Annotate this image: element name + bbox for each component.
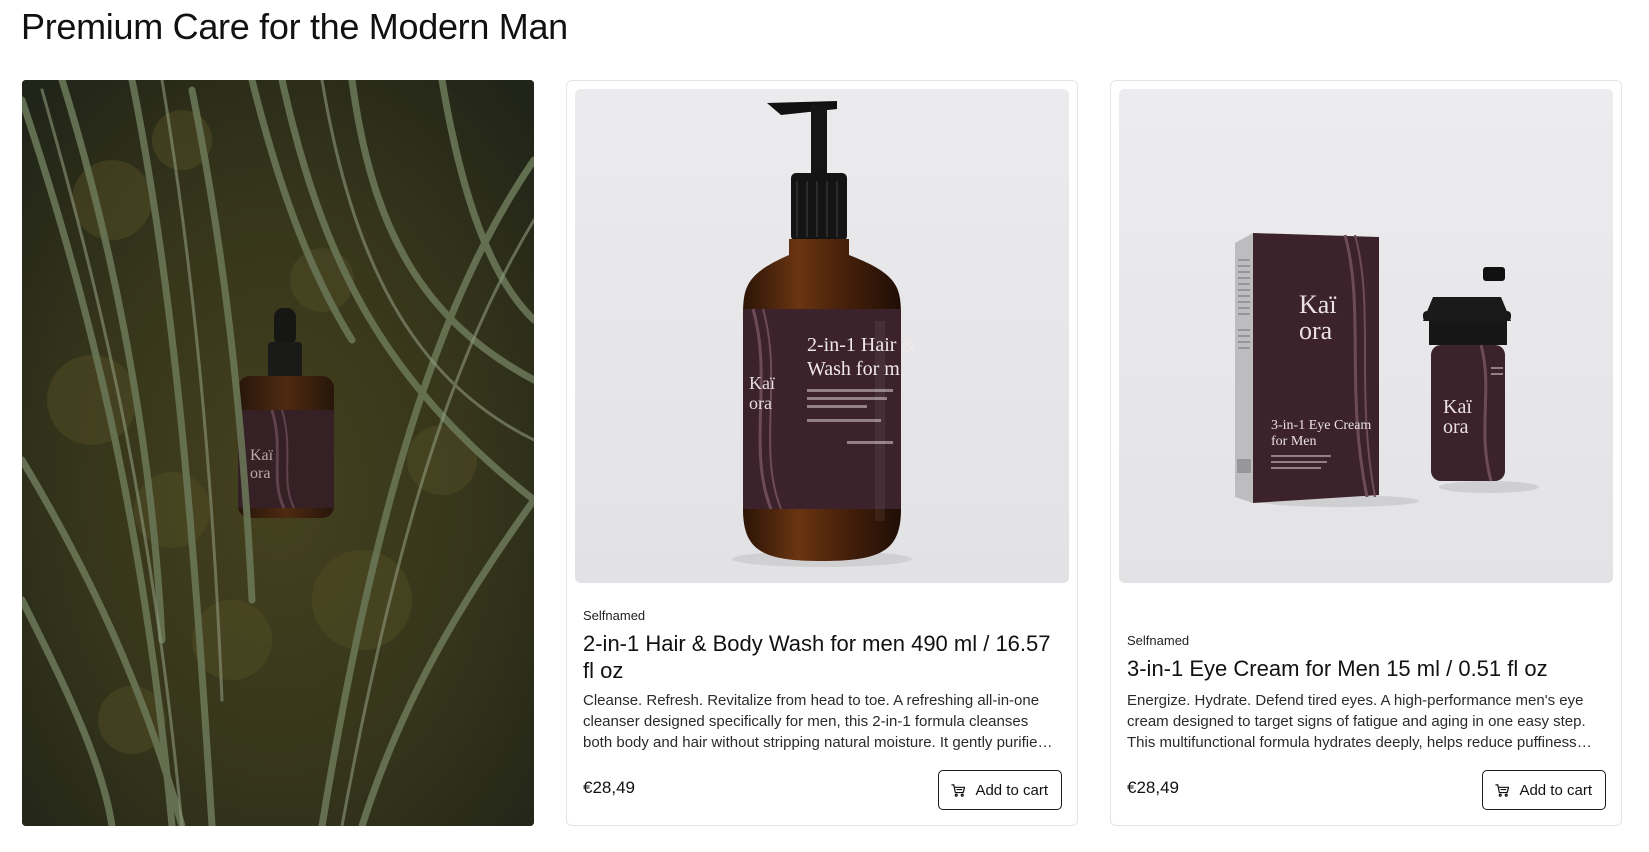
svg-text:ora: ora <box>1443 416 1469 438</box>
product-price: €28,49 <box>1127 778 1179 797</box>
product-price: €28,49 <box>583 778 635 797</box>
add-to-cart-button[interactable]: Add to cart <box>1482 770 1606 810</box>
page-title: Premium Care for the Modern Man <box>21 6 568 47</box>
svg-text:Kaï: Kaï <box>1443 396 1472 418</box>
svg-text:Kaï: Kaï <box>749 373 775 393</box>
svg-text:ora: ora <box>749 393 772 413</box>
svg-text:ora: ora <box>1299 316 1333 345</box>
product-image[interactable]: Kaï ora 2-in-1 Hair & Wash for m <box>575 89 1069 583</box>
product-brand: Selfnamed <box>583 608 646 623</box>
product-description: Energize. Hydrate. Defend tired eyes. A … <box>1127 692 1586 751</box>
product-image[interactable]: Kaï ora 3-in-1 Eye Cream for Men Kaï ora <box>1119 89 1613 583</box>
svg-text:Kaï: Kaï <box>1299 290 1337 319</box>
svg-text:3-in-1 Eye Cream: 3-in-1 Eye Cream <box>1271 418 1371 433</box>
add-to-cart-label: Add to cart <box>1519 781 1592 799</box>
product-card[interactable]: Kaï ora 2-in-1 Hair & Wash for m Selfnam… <box>566 80 1078 826</box>
product-card[interactable]: Kaï ora 3-in-1 Eye Cream for Men Kaï ora… <box>1110 80 1622 826</box>
cart-icon <box>951 783 966 798</box>
pump-bottle-illustration: Kaï ora 2-in-1 Hair & Wash for m <box>575 89 1069 583</box>
hero-image: Kaï ora <box>22 80 534 826</box>
product-title[interactable]: 3-in-1 Eye Cream for Men 15 ml / 0.51 fl… <box>1127 655 1597 682</box>
add-to-cart-label: Add to cart <box>975 781 1048 799</box>
svg-text:2-in-1 Hair &: 2-in-1 Hair & <box>807 334 917 356</box>
product-description: Cleanse. Refresh. Revitalize from head t… <box>583 692 1045 751</box>
product-title[interactable]: 2-in-1 Hair & Body Wash for men 490 ml /… <box>583 630 1053 684</box>
cart-icon <box>1495 783 1510 798</box>
hero-photo-illustration: Kaï ora <box>22 80 534 826</box>
eye-cream-box-and-bottle-illustration: Kaï ora 3-in-1 Eye Cream for Men Kaï ora <box>1119 89 1613 583</box>
svg-text:for Men: for Men <box>1271 434 1317 449</box>
add-to-cart-button[interactable]: Add to cart <box>938 770 1062 810</box>
svg-text:Wash for m: Wash for m <box>807 358 900 380</box>
product-brand: Selfnamed <box>1127 633 1190 648</box>
